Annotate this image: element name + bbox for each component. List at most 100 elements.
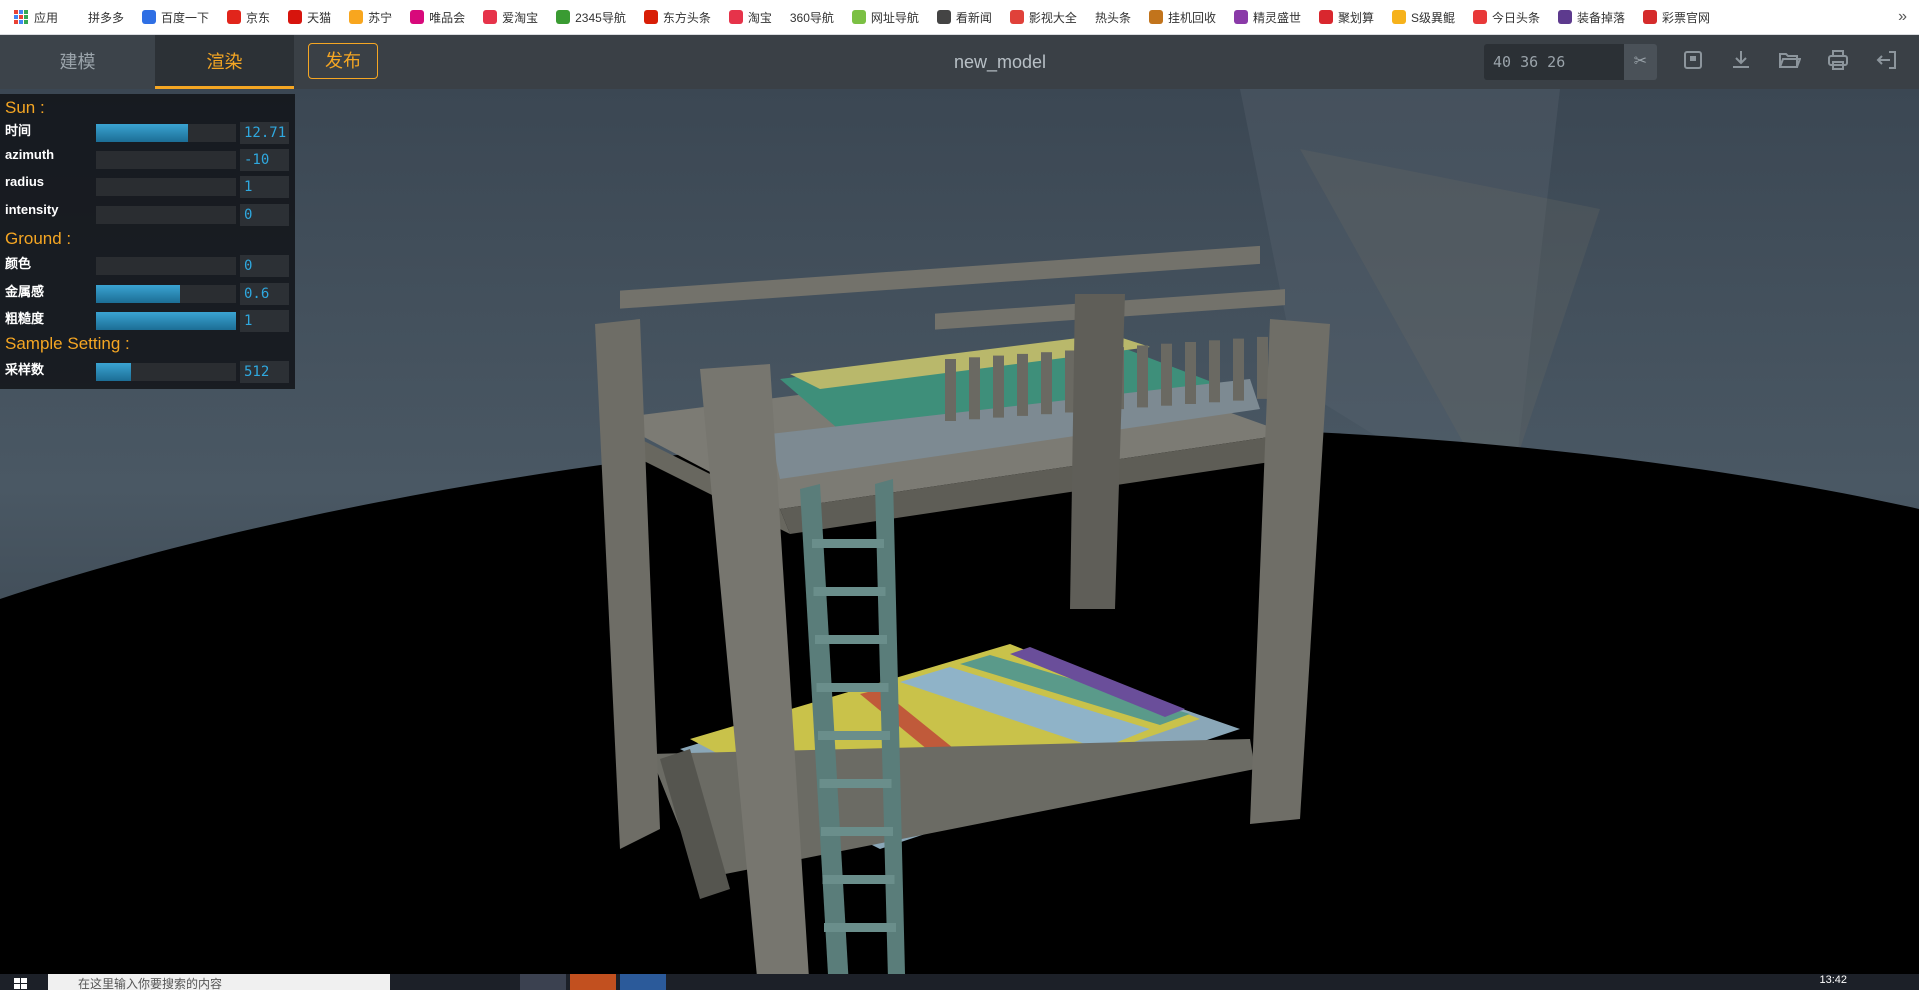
bookmark-item[interactable]: 京东 bbox=[227, 9, 270, 26]
setting-value-input[interactable]: -10 bbox=[240, 149, 289, 171]
bookmark-item[interactable]: 装备掉落 bbox=[1558, 9, 1625, 26]
exit-icon[interactable] bbox=[1875, 48, 1903, 76]
bookmark-label: 网址导航 bbox=[870, 10, 919, 25]
bookmark-label: 应用 bbox=[34, 10, 59, 25]
setting-label: 金属感 bbox=[5, 284, 45, 299]
setting-slider[interactable] bbox=[96, 151, 236, 169]
bookmark-item[interactable]: 拼多多 bbox=[88, 9, 124, 26]
gear-drop-icon bbox=[1558, 10, 1573, 24]
dimensions-field[interactable]: 40 36 26 bbox=[1484, 44, 1624, 80]
apps-grid-icon bbox=[14, 10, 28, 24]
bookmark-label: 淘宝 bbox=[747, 10, 772, 25]
setting-label: radius bbox=[5, 174, 45, 189]
setting-label: intensity bbox=[5, 202, 59, 217]
bookmark-item[interactable]: 彩票官网 bbox=[1643, 9, 1710, 26]
setting-slider[interactable] bbox=[96, 178, 236, 196]
taskbar-app-blue-icon[interactable] bbox=[620, 974, 666, 990]
suning-icon bbox=[349, 10, 364, 24]
sample-section-title: Sample Setting : bbox=[5, 334, 130, 353]
bookmark-item[interactable]: 东方头条 bbox=[643, 9, 711, 26]
jd-icon bbox=[227, 10, 242, 24]
save-icon[interactable] bbox=[1681, 48, 1709, 76]
setting-label: azimuth bbox=[5, 147, 55, 162]
lottery-icon bbox=[1643, 10, 1658, 24]
taskbar-app-red-icon[interactable] bbox=[570, 974, 616, 990]
bookmark-label: 拼多多 bbox=[88, 10, 125, 25]
bookmark-item[interactable]: 聚划算 bbox=[1318, 9, 1374, 26]
bookmark-item[interactable]: 挂机回收 bbox=[1148, 9, 1216, 26]
setting-value-input[interactable]: 1 bbox=[240, 310, 289, 332]
bookmark-item[interactable]: 精灵盛世 bbox=[1233, 9, 1301, 26]
setting-slider[interactable] bbox=[96, 124, 236, 142]
bookmark-item[interactable]: S级異鲲 bbox=[1392, 9, 1455, 26]
elf-icon bbox=[1233, 10, 1248, 24]
bookmark-label: 彩票官网 bbox=[1662, 10, 1711, 25]
setting-slider[interactable] bbox=[96, 206, 236, 224]
sun-section-title: Sun : bbox=[5, 98, 45, 117]
bookmark-item[interactable]: 百度一下 bbox=[142, 9, 209, 26]
setting-slider[interactable] bbox=[96, 285, 236, 303]
cut-icon[interactable]: ✂ bbox=[1624, 44, 1657, 80]
download-icon[interactable] bbox=[1729, 48, 1757, 76]
globe-icon bbox=[936, 10, 951, 24]
open-folder-icon[interactable] bbox=[1777, 48, 1805, 76]
publish-button[interactable]: 发布 bbox=[308, 43, 378, 79]
setting-value-input[interactable]: 12.71 bbox=[240, 122, 289, 144]
setting-slider[interactable] bbox=[96, 257, 236, 275]
bookmark-label: 精灵盛世 bbox=[1252, 10, 1301, 25]
bookmark-label: 360导航 bbox=[789, 10, 834, 25]
tab-model[interactable]: 建模 bbox=[0, 35, 155, 89]
bookmark-item[interactable]: 淘宝 bbox=[728, 9, 772, 26]
bookmark-item[interactable]: 天猫 bbox=[288, 9, 331, 26]
bookmark-item[interactable]: 看新闻 bbox=[936, 9, 992, 26]
bookmark-item[interactable]: 360导航 bbox=[790, 9, 834, 26]
7654-icon bbox=[851, 10, 866, 24]
setting-value-input[interactable]: 1 bbox=[240, 176, 289, 198]
taskbar-app-browser-icon[interactable] bbox=[520, 974, 566, 990]
juhuasuan-icon bbox=[1318, 10, 1333, 24]
taobao-icon bbox=[483, 10, 498, 24]
bookmark-item[interactable]: 苏宁 bbox=[349, 9, 392, 26]
bookmark-label: 唯品会 bbox=[429, 10, 466, 25]
tab-render[interactable]: 渲染 bbox=[155, 35, 294, 89]
setting-label: 粗糙度 bbox=[5, 311, 45, 326]
taskbar-search-input[interactable]: 在这里输入你要搜索的内容 bbox=[48, 974, 390, 990]
windows-start-icon[interactable] bbox=[14, 978, 28, 990]
taskbar-clock: 13:42 bbox=[1819, 974, 1847, 986]
setting-slider[interactable] bbox=[96, 363, 236, 381]
play-icon bbox=[1009, 10, 1024, 24]
bookmark-item[interactable]: 热头条 bbox=[1095, 9, 1131, 26]
setting-slider[interactable] bbox=[96, 312, 236, 330]
bookmark-item[interactable]: 今日头条 bbox=[1473, 9, 1540, 26]
bookmark-label: 今日头条 bbox=[1492, 10, 1541, 25]
app-toolbar: 建模 渲染 发布 new_model 40 36 26 ✂ bbox=[0, 35, 1919, 89]
bookmark-item[interactable]: 爱淘宝 bbox=[483, 9, 538, 26]
baidu-paw-icon bbox=[142, 10, 157, 24]
bookmark-item[interactable]: 2345导航 bbox=[556, 9, 626, 26]
bookmark-label: 东方头条 bbox=[662, 10, 711, 25]
setting-slider-fill bbox=[96, 124, 189, 142]
bookmark-label: 装备掉落 bbox=[1577, 10, 1626, 25]
tmall-icon bbox=[288, 10, 303, 24]
bookmark-item[interactable]: 网址导航 bbox=[851, 9, 919, 26]
bookmark-item[interactable]: 影视大全 bbox=[1009, 9, 1077, 26]
coin-icon bbox=[1392, 10, 1406, 24]
windows-taskbar: 在这里输入你要搜索的内容 13:42 bbox=[0, 974, 1919, 990]
bookmark-label: 影视大全 bbox=[1028, 10, 1077, 25]
setting-value-input[interactable]: 0 bbox=[240, 204, 289, 226]
setting-value-input[interactable]: 512 bbox=[240, 361, 289, 383]
setting-slider-fill bbox=[96, 363, 131, 381]
bookmark-item[interactable]: 应用 bbox=[14, 9, 58, 26]
taobao-icon bbox=[728, 10, 743, 24]
bookmarks-more-button[interactable]: » bbox=[1898, 8, 1907, 26]
bookmark-label: 2345导航 bbox=[575, 10, 626, 25]
model-title: new_model bbox=[953, 52, 1047, 72]
bookmarks-bar: 应用 拼多多 百度一下 京东 天猫 苏宁 唯品会 爱淘宝 2345导航 东方头条 淘宝 360导航 网址… bbox=[0, 0, 1919, 35]
print-icon[interactable] bbox=[1826, 48, 1854, 76]
setting-value-input[interactable]: 0.6 bbox=[240, 283, 289, 305]
setting-value-input[interactable]: 0 bbox=[240, 255, 289, 277]
bookmark-item[interactable]: 唯品会 bbox=[410, 9, 465, 26]
bookmark-label: 天猫 bbox=[307, 10, 332, 25]
setting-label: 颜色 bbox=[5, 256, 32, 271]
setting-slider-fill bbox=[96, 312, 236, 330]
